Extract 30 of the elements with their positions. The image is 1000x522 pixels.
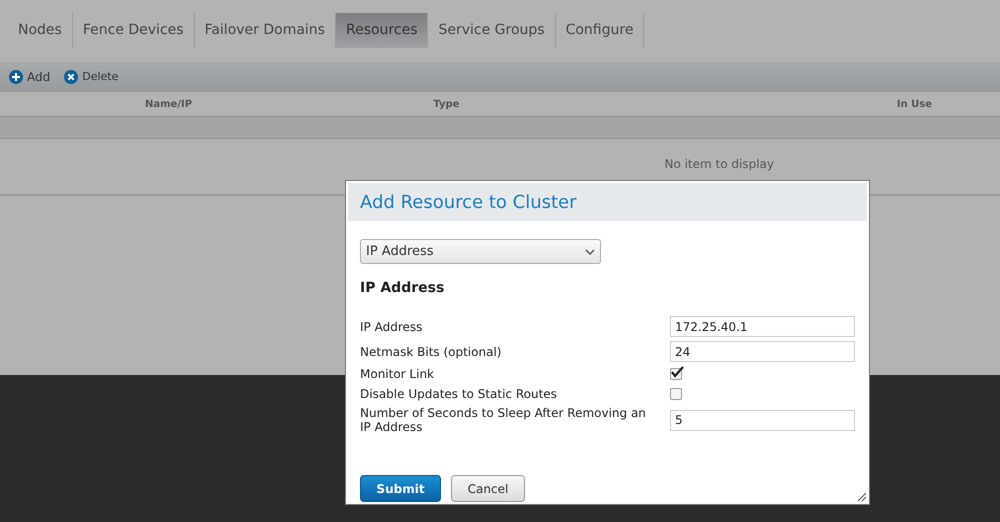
submit-button[interactable]: Submit — [360, 475, 441, 502]
input-field[interactable]: 24 — [670, 341, 855, 362]
tab[interactable]: Configure — [556, 13, 644, 48]
close-icon — [64, 70, 78, 84]
section-title: IP Address — [360, 279, 444, 298]
chevron-down-icon — [585, 248, 595, 254]
resource-type-dropdown[interactable]: IP Address — [360, 239, 601, 264]
checkbox[interactable] — [670, 388, 682, 400]
add-button[interactable]: Add — [9, 68, 50, 86]
field-label: Netmask Bits (optional) — [360, 344, 502, 358]
empty-message: No item to display — [664, 156, 774, 172]
plus-icon — [9, 70, 23, 84]
tab[interactable]: Fence Devices — [72, 13, 195, 48]
tab[interactable]: Nodes — [8, 13, 73, 48]
field-label: IP Address — [360, 320, 424, 334]
column-header[interactable]: Name/IP — [145, 98, 192, 110]
delete-button[interactable]: Delete — [64, 68, 118, 86]
field-label: Monitor Link — [360, 367, 436, 381]
column-header[interactable]: In Use — [896, 98, 932, 110]
cancel-button[interactable]: Cancel — [451, 475, 525, 502]
input-field[interactable]: 172.25.40.1 — [670, 316, 855, 337]
column-header[interactable]: Type — [433, 98, 460, 110]
tab[interactable]: Service Groups — [428, 13, 556, 48]
checkbox[interactable] — [670, 368, 682, 380]
field-label: Number of Seconds to Sleep After Removing an IP Address — [360, 406, 647, 434]
input-field[interactable]: 5 — [670, 410, 855, 430]
resize-grip-icon[interactable] — [857, 492, 867, 502]
tab[interactable]: Resources — [336, 13, 428, 48]
field-label: Disable Updates to Static Routes — [360, 387, 558, 401]
dialog-title: Add Resource to Cluster — [360, 190, 577, 214]
